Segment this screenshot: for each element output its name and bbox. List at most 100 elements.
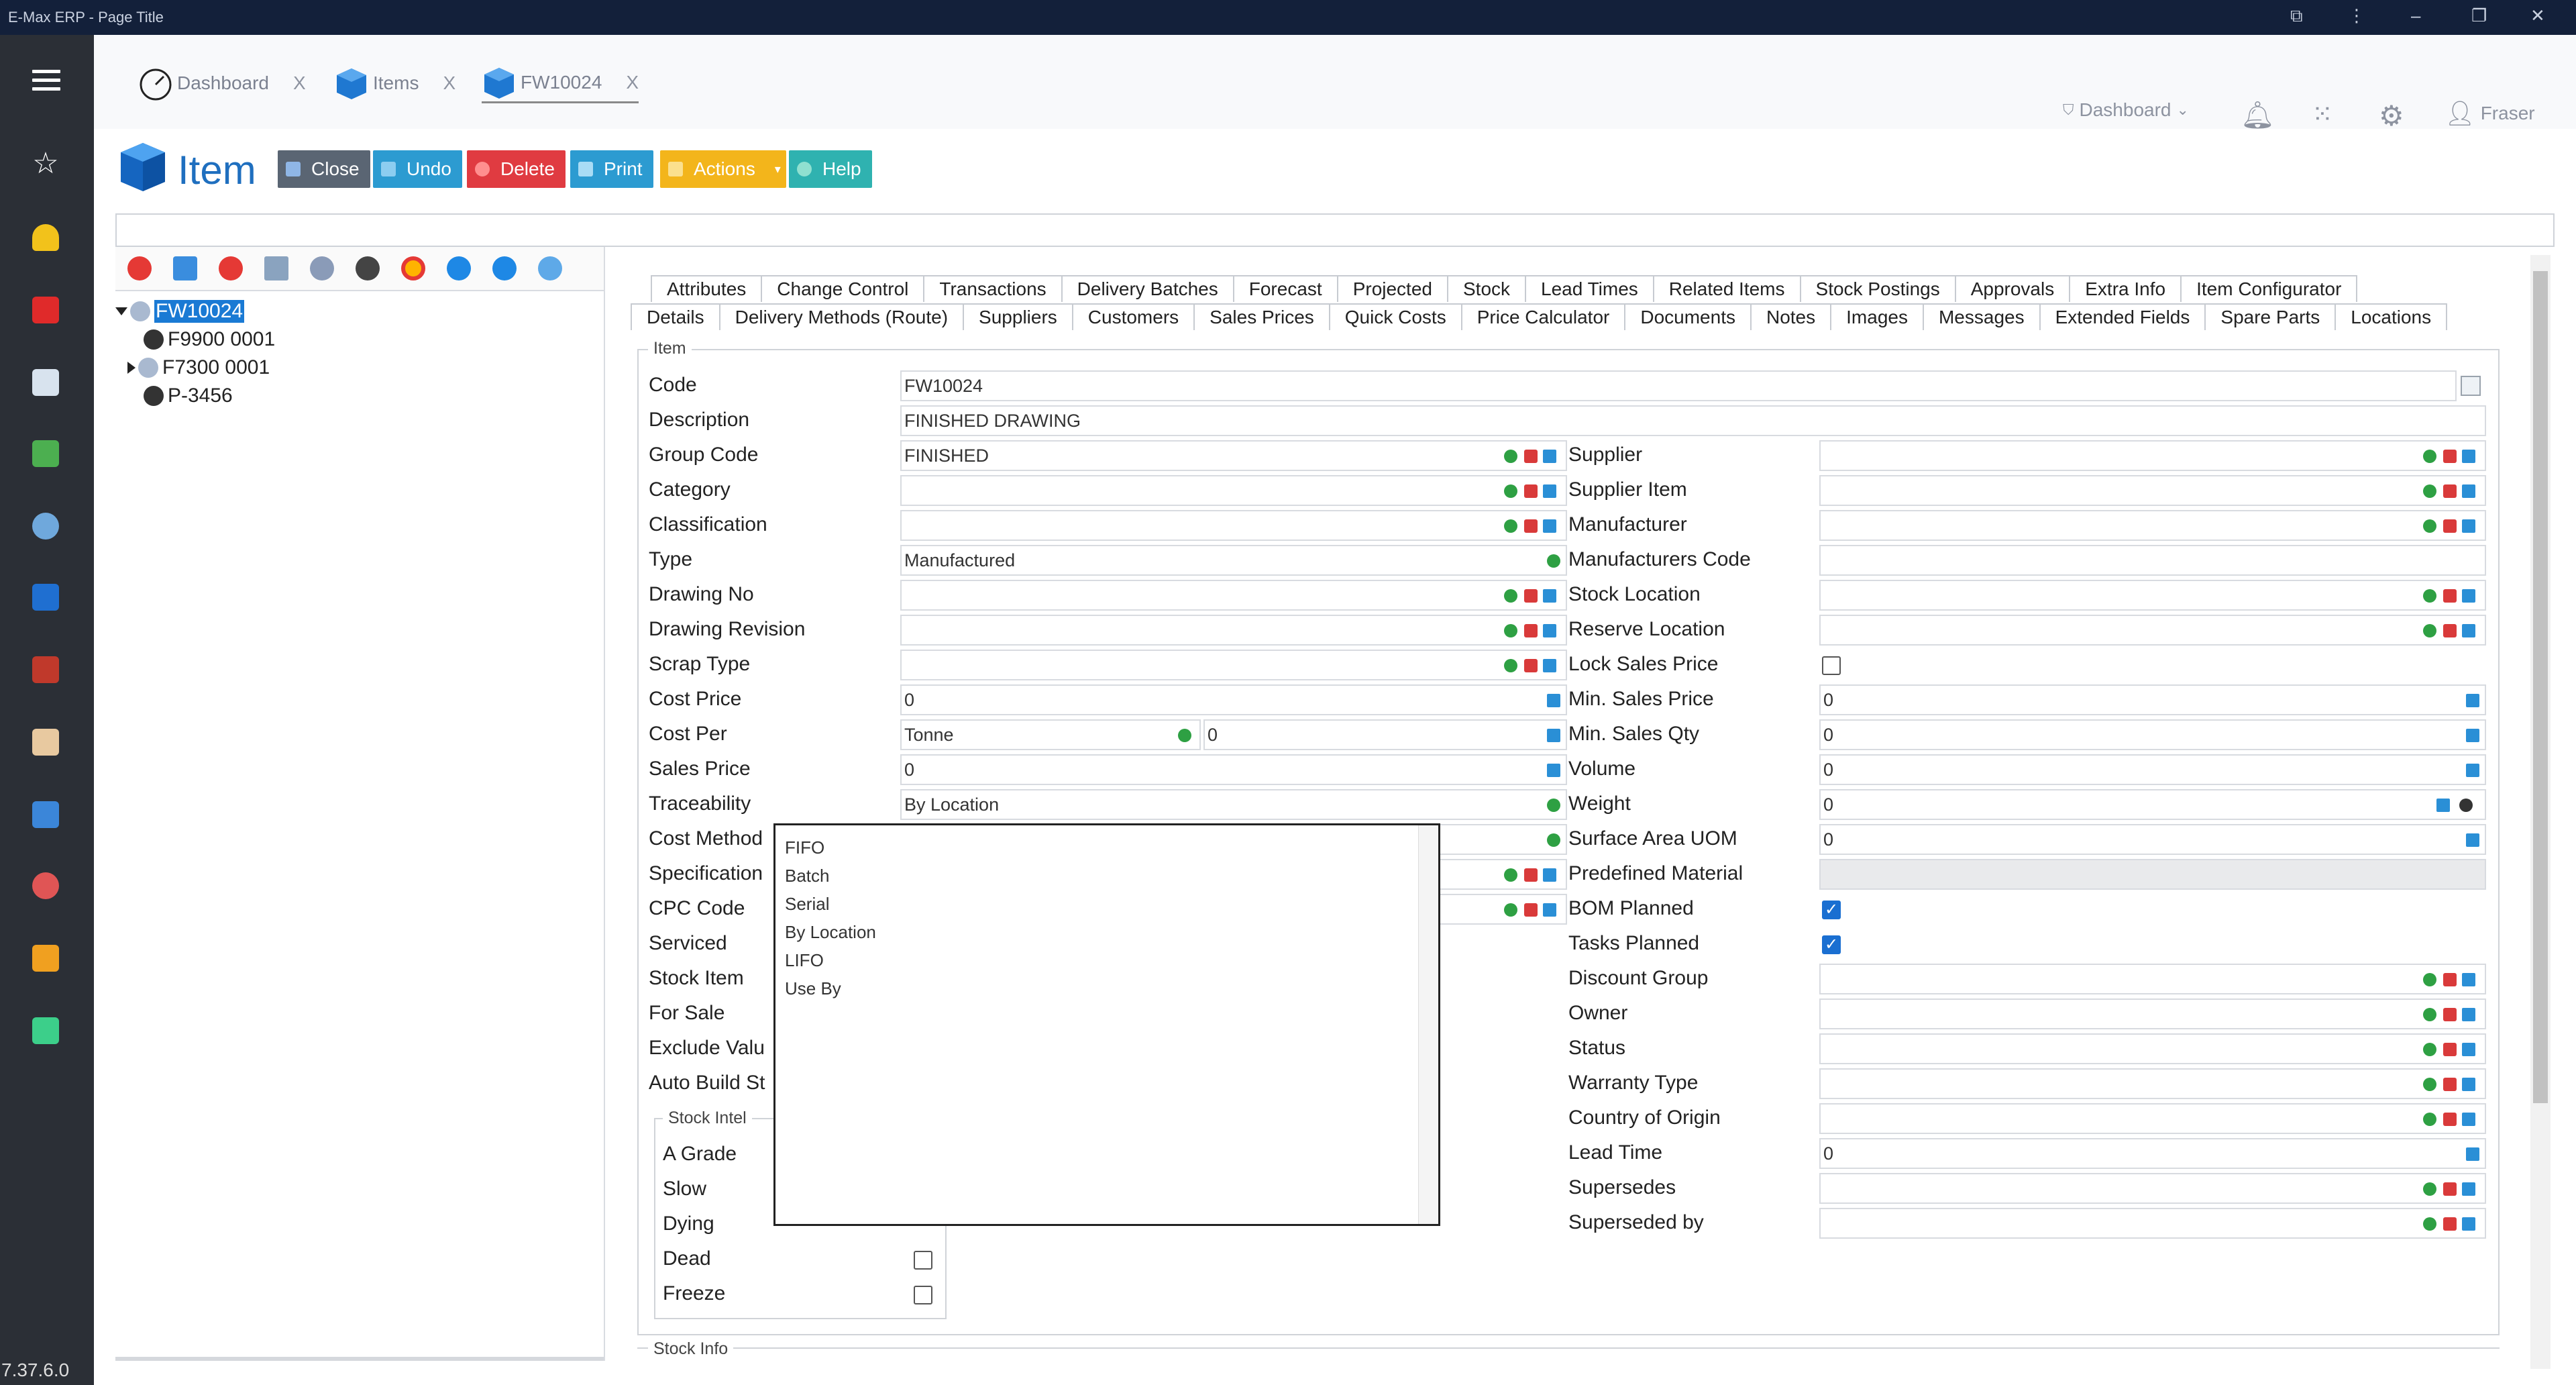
status-field[interactable] bbox=[1819, 1033, 2486, 1064]
tab-change-control[interactable]: Change Control bbox=[761, 275, 925, 302]
lock-sales-price-checkbox[interactable] bbox=[1822, 656, 1841, 675]
lookup-icon[interactable] bbox=[2462, 1113, 2475, 1126]
tab-documents[interactable]: Documents bbox=[1624, 303, 1752, 330]
cube-icon[interactable] bbox=[32, 584, 59, 611]
edit-icon[interactable] bbox=[2443, 973, 2457, 986]
calculator-icon[interactable] bbox=[2466, 833, 2479, 847]
apps-grid-icon[interactable]: ⁙ bbox=[2312, 99, 2333, 130]
add-icon[interactable] bbox=[2423, 519, 2436, 533]
tab-stock-postings[interactable]: Stock Postings bbox=[1799, 275, 1956, 302]
code-lookup-icon[interactable] bbox=[2461, 376, 2481, 396]
owner-field[interactable] bbox=[1819, 998, 2486, 1029]
lookup-icon[interactable] bbox=[2462, 484, 2475, 498]
edit-icon[interactable] bbox=[1524, 484, 1538, 498]
add-icon[interactable] bbox=[1504, 624, 1517, 637]
warranty-type-field[interactable] bbox=[1819, 1068, 2486, 1099]
chart-icon[interactable] bbox=[32, 440, 59, 467]
add-icon[interactable] bbox=[2423, 484, 2436, 498]
tab-items-close[interactable]: X bbox=[443, 72, 455, 94]
delete-button[interactable]: Delete bbox=[467, 150, 566, 188]
lookup-icon[interactable] bbox=[2462, 624, 2475, 637]
traceability-field[interactable]: By Location bbox=[900, 789, 1567, 820]
edit-icon[interactable] bbox=[2443, 624, 2457, 637]
drawing-revision-field[interactable] bbox=[900, 615, 1567, 646]
description-field[interactable]: FINISHED DRAWING bbox=[900, 405, 2486, 436]
user-pawn-icon[interactable] bbox=[32, 224, 59, 251]
lookup-icon[interactable] bbox=[2462, 1043, 2475, 1056]
tab-extra-info[interactable]: Extra Info bbox=[2069, 275, 2182, 302]
tab-customers[interactable]: Customers bbox=[1071, 303, 1195, 330]
remove-node-icon[interactable] bbox=[219, 256, 243, 280]
cost-per-qty-field[interactable]: 0 bbox=[1203, 719, 1567, 750]
close-button[interactable]: Close bbox=[278, 150, 370, 188]
drawing-no-field[interactable] bbox=[900, 580, 1567, 611]
tab-stock[interactable]: Stock bbox=[1446, 275, 1527, 302]
worker-icon[interactable] bbox=[32, 945, 59, 972]
edit-icon[interactable] bbox=[1524, 450, 1538, 463]
tab-related-items[interactable]: Related Items bbox=[1652, 275, 1801, 302]
tab-spare-parts[interactable]: Spare Parts bbox=[2204, 303, 2337, 330]
sales-icon[interactable] bbox=[32, 297, 59, 323]
calculator-icon[interactable] bbox=[2436, 799, 2450, 812]
add-icon[interactable] bbox=[1504, 484, 1517, 498]
edit-icon[interactable] bbox=[1524, 624, 1538, 637]
add-icon[interactable] bbox=[2423, 973, 2436, 986]
add-icon[interactable] bbox=[2423, 1217, 2436, 1231]
edit-icon[interactable] bbox=[1524, 868, 1538, 882]
weight-field[interactable]: 0 bbox=[1819, 789, 2486, 820]
edit-icon[interactable] bbox=[2443, 1043, 2457, 1056]
globe-icon[interactable] bbox=[32, 513, 59, 540]
tab-delivery-methods-route[interactable]: Delivery Methods (Route) bbox=[718, 303, 965, 330]
lookup-icon[interactable] bbox=[1543, 624, 1556, 637]
add-icon[interactable] bbox=[2423, 1078, 2436, 1091]
calculator-icon[interactable] bbox=[2466, 1147, 2479, 1161]
filter-bar[interactable] bbox=[115, 213, 2555, 247]
close-window-icon[interactable]: ✕ bbox=[2530, 5, 2545, 26]
add-node-icon[interactable] bbox=[127, 256, 152, 280]
lookup-icon[interactable] bbox=[1543, 903, 1556, 917]
copy-icon[interactable] bbox=[264, 256, 288, 280]
tab-item-configurator[interactable]: Item Configurator bbox=[2180, 275, 2358, 302]
dropdown-option[interactable]: LIFO bbox=[785, 950, 824, 971]
dropdown-scrollbar[interactable] bbox=[1418, 825, 1438, 1224]
arrow-down-icon[interactable] bbox=[492, 256, 517, 280]
tab-projected[interactable]: Projected bbox=[1336, 275, 1448, 302]
code-field[interactable]: FW10024 bbox=[900, 370, 2457, 401]
edit-icon[interactable] bbox=[1524, 903, 1538, 917]
tree-node[interactable]: F9900 0001 bbox=[144, 326, 275, 353]
help-button[interactable]: Help bbox=[789, 150, 872, 188]
favourites-star-icon[interactable]: ☆ bbox=[32, 149, 59, 178]
material-icon[interactable] bbox=[356, 256, 380, 280]
lookup-icon[interactable] bbox=[2462, 589, 2475, 603]
material-weight-icon[interactable] bbox=[2459, 799, 2473, 812]
bom-planned-checkbox[interactable]: ✓ bbox=[1822, 901, 1841, 919]
scrap-type-field[interactable] bbox=[900, 650, 1567, 680]
tree-node[interactable]: F7300 0001 bbox=[127, 354, 270, 381]
dropdown-option[interactable]: FIFO bbox=[785, 837, 824, 858]
tab-messages[interactable]: Messages bbox=[1922, 303, 2041, 330]
books-icon[interactable] bbox=[32, 656, 59, 683]
country-of-origin-field[interactable] bbox=[1819, 1103, 2486, 1134]
min-sales-qty-field[interactable]: 0 bbox=[1819, 719, 2486, 750]
lookup-icon[interactable] bbox=[2462, 1217, 2475, 1231]
calculator-icon[interactable] bbox=[2466, 694, 2479, 707]
add-icon[interactable] bbox=[2423, 589, 2436, 603]
tab-quick-costs[interactable]: Quick Costs bbox=[1328, 303, 1462, 330]
tab-dashboard[interactable]: Dashboard X bbox=[138, 63, 306, 103]
tab-extended-fields[interactable]: Extended Fields bbox=[2039, 303, 2206, 330]
edit-icon[interactable] bbox=[2443, 1113, 2457, 1126]
discount-group-field[interactable] bbox=[1819, 964, 2486, 994]
lookup-icon[interactable] bbox=[2462, 450, 2475, 463]
category-field[interactable] bbox=[900, 475, 1567, 506]
dead-checkbox[interactable] bbox=[914, 1251, 932, 1270]
tree-root-node[interactable]: FW10024 bbox=[115, 298, 245, 325]
add-icon[interactable] bbox=[1504, 519, 1517, 533]
print-button[interactable]: Print bbox=[570, 150, 653, 188]
edit-icon[interactable] bbox=[2443, 484, 2457, 498]
mail-icon[interactable] bbox=[32, 369, 59, 396]
tab-sales-prices[interactable]: Sales Prices bbox=[1193, 303, 1330, 330]
tab-lead-times[interactable]: Lead Times bbox=[1525, 275, 1654, 302]
add-icon[interactable] bbox=[2423, 1182, 2436, 1196]
cost-price-field[interactable]: 0 bbox=[900, 684, 1567, 715]
kebab-menu-icon[interactable]: ⋮ bbox=[2348, 5, 2365, 26]
